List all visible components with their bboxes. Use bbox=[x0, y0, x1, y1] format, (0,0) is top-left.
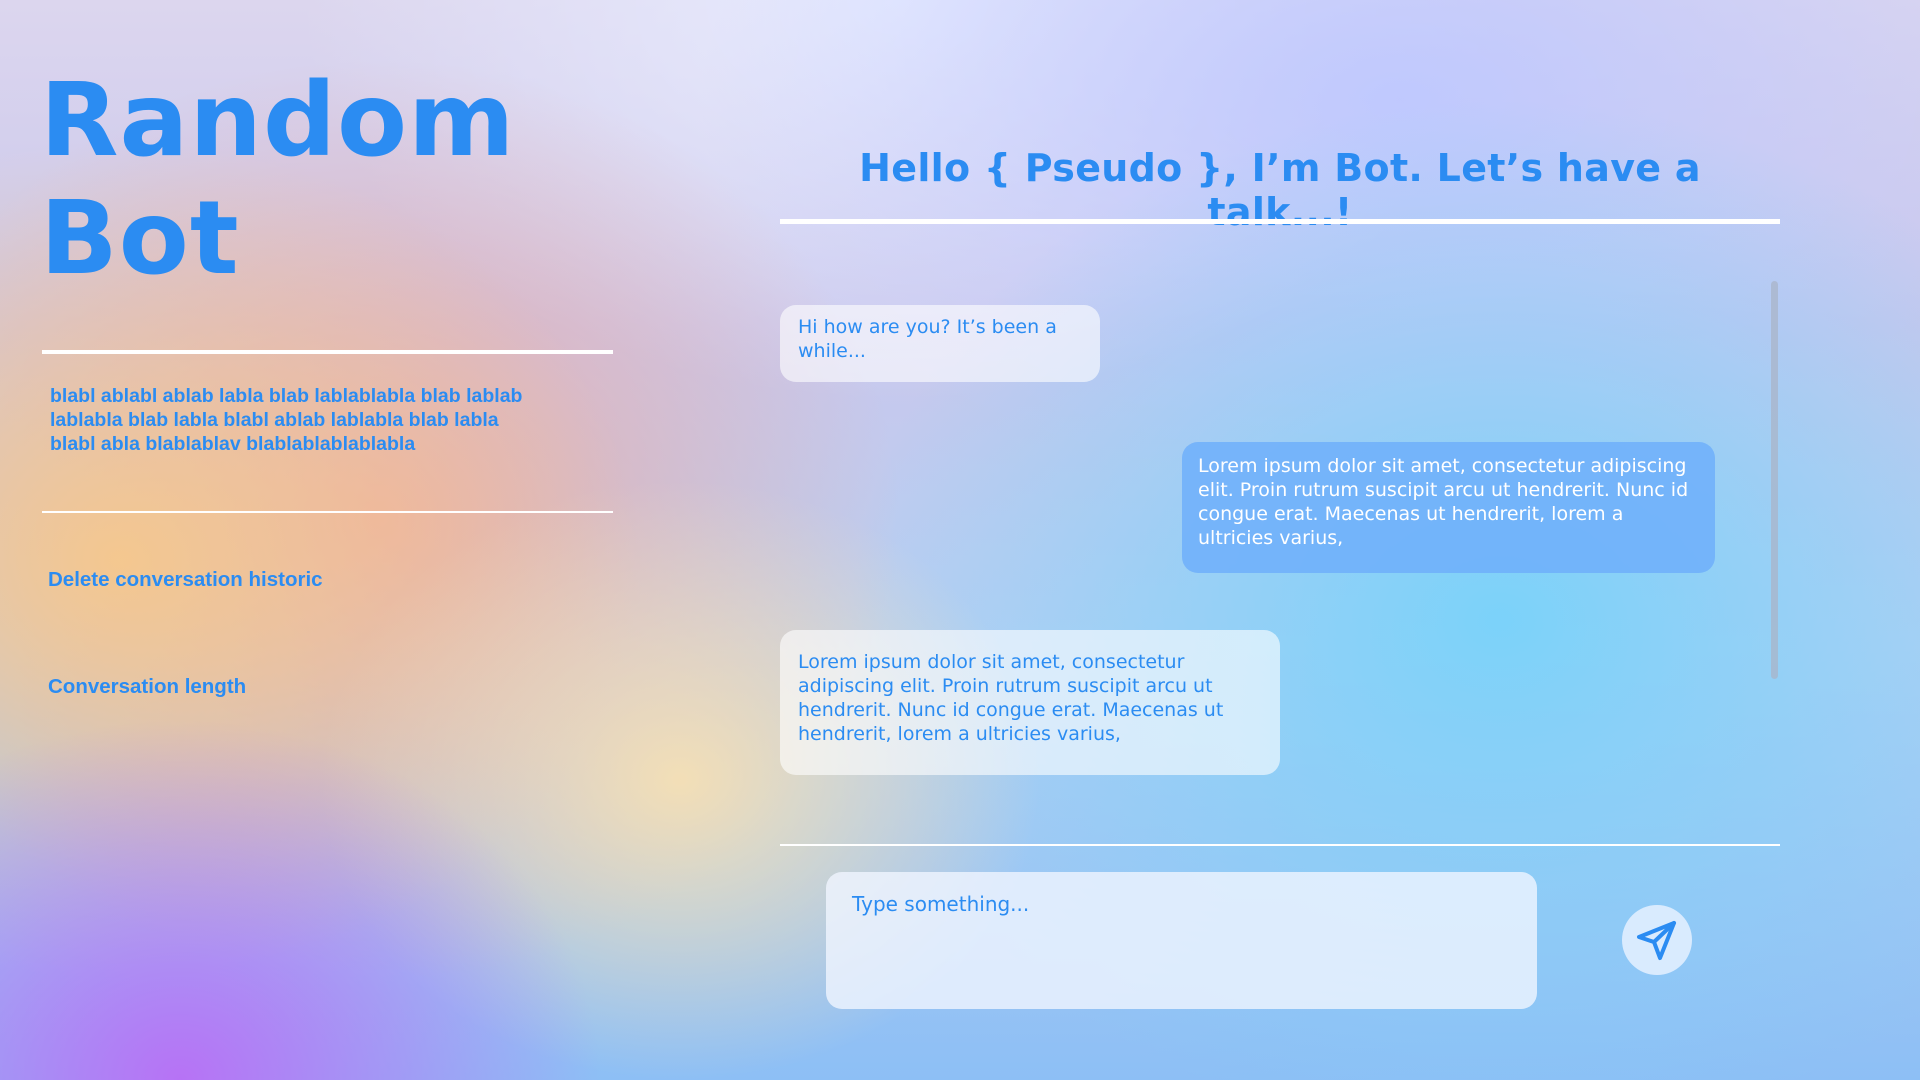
sidebar-divider-top bbox=[42, 350, 613, 354]
user-message: Lorem ipsum dolor sit amet, consectetur … bbox=[1182, 442, 1715, 573]
delete-history-button[interactable]: Delete conversation historic bbox=[48, 568, 323, 592]
chat-header-divider bbox=[780, 219, 1780, 224]
input-divider bbox=[780, 844, 1780, 846]
intro-text: blabl ablabl ablab labla blab lablablabl… bbox=[50, 385, 523, 455]
bot-message: Lorem ipsum dolor sit amet, consectetur … bbox=[780, 630, 1280, 775]
send-paper-plane-icon bbox=[1637, 921, 1676, 960]
chat-messages[interactable]: Hi how are you? It’s been a while... Lor… bbox=[780, 260, 1780, 820]
bot-message: Hi how are you? It’s been a while... bbox=[780, 305, 1100, 382]
chat-scrollbar[interactable] bbox=[1771, 281, 1778, 679]
sidebar-divider-middle bbox=[42, 511, 613, 513]
app-title: Random Bot bbox=[40, 61, 516, 298]
send-button[interactable] bbox=[1622, 905, 1692, 975]
message-input[interactable] bbox=[826, 872, 1537, 1009]
conversation-length-button[interactable]: Conversation length bbox=[48, 675, 246, 699]
